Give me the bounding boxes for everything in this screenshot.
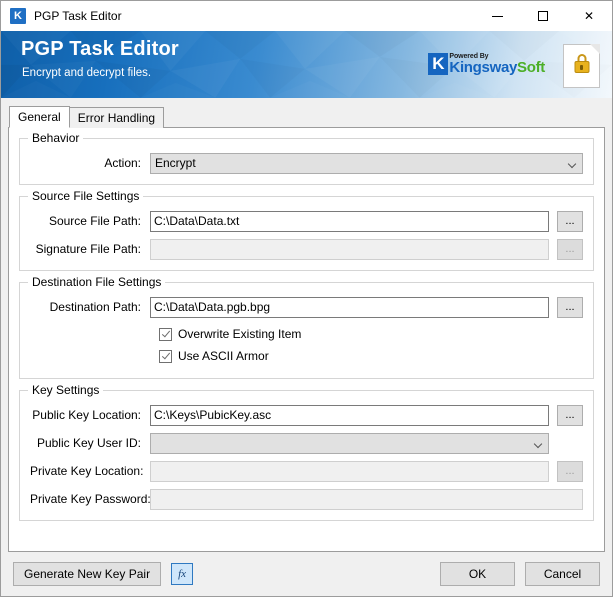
- destination-path-row: Destination Path: ...: [30, 296, 583, 318]
- window-controls: ✕: [474, 1, 612, 31]
- use-ascii-armor-label: Use ASCII Armor: [178, 349, 269, 363]
- pgp-task-editor-window: K PGP Task Editor ✕ PGP Task Editor Encr…: [0, 0, 613, 597]
- lock-body: [574, 61, 589, 73]
- use-ascii-armor-checkbox[interactable]: [159, 349, 172, 363]
- brand-k-icon: K: [428, 53, 449, 75]
- generate-new-key-pair-button[interactable]: Generate New Key Pair: [13, 562, 162, 586]
- close-glyph: ✕: [583, 9, 595, 23]
- brand-kingsway: Kingsway: [449, 59, 518, 76]
- public-key-userid-label: Public Key User ID:: [36, 436, 141, 450]
- tab-area: General Error Handling Behavior Action: …: [1, 98, 612, 552]
- public-key-location-input[interactable]: [150, 404, 549, 426]
- tab-error-handling[interactable]: Error Handling: [68, 107, 165, 128]
- app-icon: K: [10, 8, 26, 24]
- brand-soft: Soft: [517, 59, 545, 76]
- private-key-location-row: Private Key Location: ...: [30, 460, 583, 482]
- brand-wordmark: Powered By KingswaySoft: [449, 53, 545, 75]
- public-key-location-label: Public Key Location:: [32, 408, 141, 422]
- banner-subtitle: Encrypt and decrypt files.: [22, 67, 152, 79]
- use-ascii-armor-row[interactable]: Use ASCII Armor: [159, 346, 583, 366]
- behavior-group: Behavior Action: Encrypt: [19, 132, 594, 185]
- signature-file-path-label: Signature File Path:: [35, 242, 141, 256]
- destination-file-settings-group: Destination File Settings Destination Pa…: [19, 276, 594, 379]
- signature-file-path-browse-button: ...: [557, 238, 583, 260]
- banner-title: PGP Task Editor: [21, 38, 179, 60]
- signature-file-path-row: Signature File Path: ...: [30, 238, 583, 260]
- expression-fx-icon-button[interactable]: fx: [171, 563, 194, 585]
- destination-path-input[interactable]: [150, 296, 549, 318]
- key-settings-label: Key Settings: [28, 384, 104, 397]
- dialog-footer: Generate New Key Pair fx OK Cancel: [1, 552, 612, 596]
- action-dropdown[interactable]: Encrypt: [150, 152, 583, 174]
- source-file-settings-label: Source File Settings: [28, 190, 144, 203]
- window-title: PGP Task Editor: [34, 9, 122, 23]
- private-key-password-row: Private Key Password:: [30, 488, 583, 510]
- chevron-down-icon: [535, 441, 542, 445]
- key-settings-group: Key Settings Public Key Location: ... Pu…: [19, 384, 594, 521]
- chevron-down-icon: [569, 161, 576, 165]
- source-file-path-browse-button[interactable]: ...: [557, 210, 583, 232]
- public-key-userid-dropdown[interactable]: [150, 432, 549, 454]
- kingswaysoft-logo: K Powered By KingswaySoft: [428, 50, 545, 78]
- public-key-location-browse-button[interactable]: ...: [557, 404, 583, 426]
- general-tab-panel: Behavior Action: Encrypt Source File Set…: [8, 127, 605, 552]
- action-label: Action:: [104, 156, 141, 170]
- behavior-group-label: Behavior: [28, 132, 84, 145]
- private-key-password-input: [150, 488, 583, 510]
- private-key-location-browse-button: ...: [557, 460, 583, 482]
- brand-name: KingswaySoft: [449, 60, 545, 75]
- private-key-location-label: Private Key Location:: [30, 464, 144, 478]
- source-file-path-label: Source File Path:: [48, 214, 141, 228]
- overwrite-existing-item-row[interactable]: Overwrite Existing Item: [159, 324, 583, 344]
- header-banner: PGP Task Editor Encrypt and decrypt file…: [1, 31, 612, 98]
- public-key-location-row: Public Key Location: ...: [30, 404, 583, 426]
- source-file-settings-group: Source File Settings Source File Path: .…: [19, 190, 594, 271]
- destination-path-label: Destination Path:: [49, 300, 141, 314]
- private-key-password-label: Private Key Password:: [30, 492, 151, 506]
- action-selected-value: Encrypt: [155, 155, 196, 170]
- signature-file-path-input: [150, 238, 549, 260]
- minimize-icon[interactable]: [474, 1, 520, 31]
- locked-document-icon: [563, 44, 600, 88]
- maximize-icon[interactable]: [520, 1, 566, 31]
- document-fold-corner: [590, 44, 600, 54]
- close-icon[interactable]: ✕: [566, 1, 612, 31]
- public-key-userid-row: Public Key User ID:: [30, 432, 583, 454]
- ok-button[interactable]: OK: [440, 562, 515, 586]
- source-file-path-input[interactable]: [150, 210, 549, 232]
- action-row: Action: Encrypt: [30, 152, 583, 174]
- overwrite-existing-item-checkbox[interactable]: [159, 327, 172, 341]
- source-file-path-row: Source File Path: ...: [30, 210, 583, 232]
- overwrite-existing-item-label: Overwrite Existing Item: [178, 327, 302, 341]
- tab-general[interactable]: General: [9, 106, 70, 128]
- destination-path-browse-button[interactable]: ...: [557, 296, 583, 318]
- private-key-location-input: [150, 460, 549, 482]
- title-bar: K PGP Task Editor ✕: [1, 1, 612, 31]
- destination-file-settings-label: Destination File Settings: [28, 276, 166, 289]
- tab-strip: General Error Handling: [8, 106, 605, 128]
- cancel-button[interactable]: Cancel: [525, 562, 600, 586]
